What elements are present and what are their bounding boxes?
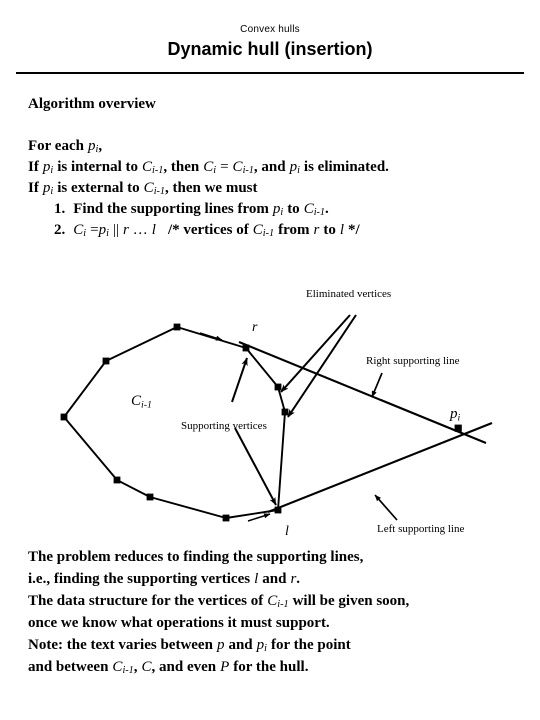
internal-hull-prev-2: Ci-1 <box>232 159 254 177</box>
concl-line-6: and between Ci-1, C, and even Pfor the hull… <box>28 659 309 677</box>
step2-l: l <box>151 222 156 238</box>
external-point-pi <box>454 424 462 432</box>
concl-line-3: The data structure for the vertices of Ci… <box>28 593 410 611</box>
left-supporting-line <box>267 422 493 513</box>
concl-hull-ci1: Ci-1 <box>112 659 134 677</box>
label-point-pi: pi <box>450 406 461 424</box>
step2-r: r <box>122 222 129 238</box>
title-divider <box>16 72 524 74</box>
internal-hull-cur: Ci <box>203 159 217 177</box>
leader-right-supporting-line <box>371 372 383 398</box>
step2-point: pi <box>98 222 109 240</box>
hull-vertex <box>146 493 154 501</box>
label-hull-ci-1: Ci-1 <box>131 393 152 411</box>
concl-hull-c: C <box>141 659 152 675</box>
hull-orientation-arrow-top <box>199 332 223 341</box>
label-supporting-vertices: Supporting vertices <box>181 420 267 432</box>
concl-line-2: i.e., finding the supporting vertices l an… <box>28 571 301 587</box>
step1-hull: Ci-1 <box>303 201 326 219</box>
label-eliminated-vertices: Eliminated vertices <box>306 288 392 300</box>
convex-hull-diagram: Eliminated vertices Right supporting lin… <box>0 280 540 548</box>
step1-point: pi <box>272 201 284 219</box>
hull-vertex <box>102 357 110 365</box>
step2-comment-r: r <box>313 222 320 238</box>
step2-comment-hull: Ci-1 <box>252 222 275 240</box>
label-right-supporting-line: Right supporting line <box>366 355 460 367</box>
algo-line-external: If pi is external to Ci-1, then we must <box>28 180 258 198</box>
slide-kicker: Convex hulls <box>240 24 300 35</box>
concl-hull: Ci-1 <box>267 593 289 611</box>
concl-hull-P: P <box>220 659 230 675</box>
label-left-supporting-line: Left supporting line <box>377 523 465 535</box>
hull-vertex-eliminated-2 <box>281 408 289 416</box>
external-point: pi <box>42 180 54 198</box>
internal-hull-prev: Ci-1 <box>142 159 164 177</box>
concl-line-5: Note: the text varies between p and pi for t… <box>28 637 351 655</box>
concl-line-4: once we know what operations it must sup… <box>28 615 330 631</box>
algo-step-2: 2. Ci =pi || r… l/* vertices of Ci-1 from r to l */ <box>54 222 360 240</box>
concl-p: p <box>216 637 225 653</box>
concl-l: l <box>254 571 259 587</box>
arrow-eliminated-vertex-1 <box>280 314 351 393</box>
page-title: Dynamic hull (insertion) <box>167 39 373 59</box>
concl-line-1: The problem reduces to finding the suppo… <box>28 549 364 565</box>
algo-line-for-each: For each pi, <box>28 138 103 156</box>
step2-hull-cur: Ci <box>73 222 87 240</box>
conclusion-block: The problem reduces to finding the suppo… <box>28 546 409 678</box>
external-hull-prev: Ci-1 <box>143 180 166 198</box>
concl-pi: pi <box>256 637 267 655</box>
arrow-supporting-vertex-r <box>231 357 248 403</box>
algo-line-internal: If pi is internal to Ci-1, then Ci = Ci-1, and… <box>28 159 389 177</box>
internal-point-2: pi <box>289 159 300 177</box>
label-vertex-r: r <box>252 320 258 335</box>
hull-vertex <box>60 413 68 421</box>
internal-point: pi <box>42 159 54 177</box>
hull-vertex <box>173 323 181 331</box>
for-each-variable: pi <box>87 138 99 156</box>
hull-vertex <box>222 514 230 522</box>
section-heading: Algorithm overview <box>28 96 156 112</box>
label-vertex-l: l <box>285 524 289 539</box>
hull-vertex-eliminated-1 <box>274 383 282 391</box>
algo-step-1: 1. Find the supporting lines from pi to Ci-1… <box>54 201 329 219</box>
hull-vertex <box>113 476 121 484</box>
for-each-prefix: For each <box>28 138 84 154</box>
slide-root: Convex hulls Dynamic hull (insertion) Al… <box>0 0 540 720</box>
algorithm-block: For each pi, If pi is internal to Ci-1, then… <box>28 136 389 241</box>
step2-comment-l: l <box>339 222 344 238</box>
arrow-supporting-vertex-l <box>234 427 277 506</box>
leader-left-supporting-line <box>374 494 398 521</box>
